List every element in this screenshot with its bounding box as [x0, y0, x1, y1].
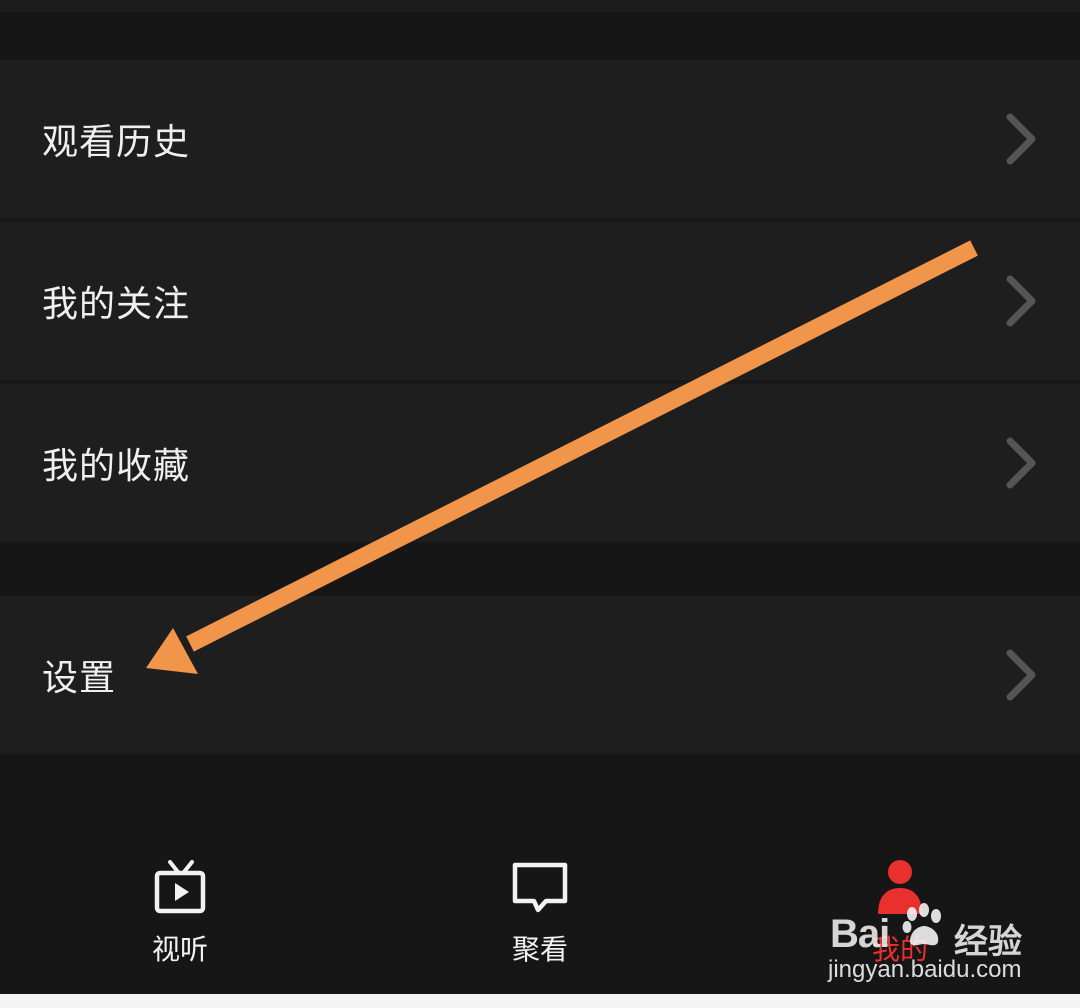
chevron-right-icon — [1006, 437, 1036, 489]
paw-logo-icon — [902, 903, 941, 946]
tv-play-icon — [154, 860, 206, 914]
menu-item-settings[interactable]: 设置 — [0, 596, 1080, 754]
menu-item-watch-history[interactable]: 观看历史 — [0, 60, 1080, 218]
screen: 观看历史 我的关注 我的收藏 设置 视听 聚看 我的 — [0, 0, 1080, 994]
tab-audiovisual[interactable]: 视听 — [80, 830, 280, 994]
menu-item-my-favorites[interactable]: 我的收藏 — [0, 384, 1080, 542]
chat-bubble-icon — [512, 862, 568, 913]
chevron-right-icon — [1006, 113, 1036, 165]
menu-item-label: 设置 — [42, 658, 117, 699]
bottom-edge — [0, 994, 1080, 1008]
baidu-jingyan-watermark: Bai 经验 jingyan.baidu.com — [826, 890, 1046, 990]
tab-label: 聚看 — [511, 933, 568, 966]
chevron-right-icon — [1006, 275, 1036, 327]
watermark-url: jingyan.baidu.com — [828, 956, 1022, 983]
watermark-brand: Bai — [830, 912, 890, 956]
tab-gather[interactable]: 聚看 — [440, 830, 640, 994]
menu-item-label: 观看历史 — [42, 122, 191, 163]
top-strip — [0, 0, 1080, 12]
menu-item-label: 我的收藏 — [42, 446, 191, 487]
chevron-right-icon — [1006, 649, 1036, 701]
menu-item-label: 我的关注 — [42, 284, 191, 325]
menu-item-my-follows[interactable]: 我的关注 — [0, 222, 1080, 380]
tab-label: 视听 — [151, 933, 208, 966]
